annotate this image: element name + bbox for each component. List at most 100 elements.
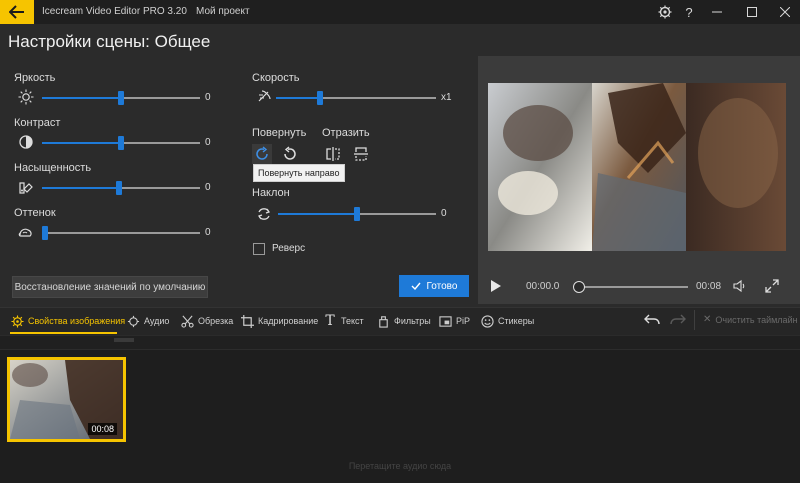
contrast-value: 0 (205, 137, 211, 148)
tab-trim[interactable]: Обрезка (180, 314, 233, 328)
saturation-slider[interactable] (42, 181, 200, 195)
rotate-left-icon[interactable] (280, 144, 300, 164)
tilt-label: Наклон (252, 187, 290, 199)
audio-drop-zone[interactable]: Перетащите аудио сюда (300, 461, 500, 471)
tab-text-label: Текст (341, 316, 364, 326)
fullscreen-icon[interactable] (765, 279, 779, 293)
tab-image-properties-label: Свойства изображения (28, 316, 126, 326)
brightness-slider-thumb[interactable] (118, 91, 124, 105)
toolbar-divider (694, 310, 695, 330)
contrast-slider[interactable] (42, 136, 200, 150)
total-time: 00:08 (696, 281, 722, 292)
close-icon[interactable] (776, 3, 794, 21)
tilt-slider-fill (278, 213, 357, 215)
page-title: Настройки сцены: Общее (8, 32, 211, 51)
tab-audio-label: Аудио (144, 316, 170, 326)
hue-value: 0 (205, 227, 211, 238)
tilt-icon (254, 204, 274, 224)
reverse-checkbox[interactable] (253, 243, 265, 255)
tab-filters[interactable]: Фильтры (376, 314, 431, 328)
speed-value: x1 (441, 92, 452, 103)
reset-defaults-label: Восстановление значений по умолчанию (14, 281, 206, 293)
help-icon[interactable]: ? (680, 3, 698, 21)
tab-filters-label: Фильтры (394, 316, 431, 326)
done-label: Готово (426, 280, 458, 292)
tab-trim-label: Обрезка (198, 316, 234, 326)
brightness-icon (16, 87, 36, 107)
brightness-slider-fill (42, 97, 121, 99)
play-icon[interactable] (490, 279, 502, 293)
tab-text[interactable]: T Текст (323, 313, 364, 329)
tab-pip-label: PiP (456, 316, 471, 326)
saturation-slider-fill (42, 187, 121, 189)
speed-label: Скорость (252, 72, 300, 84)
contrast-slider-fill (42, 142, 121, 144)
speed-slider[interactable] (276, 91, 436, 105)
saturation-slider-thumb[interactable] (116, 181, 122, 195)
rotate-right-icon[interactable] (252, 144, 272, 164)
reset-defaults-button[interactable]: Восстановление значений по умолчанию (12, 276, 208, 298)
app-title: Icecream Video Editor PRO 3.20 (42, 6, 187, 17)
tilt-value: 0 (441, 208, 447, 219)
video-preview[interactable] (488, 83, 786, 251)
contrast-slider-thumb[interactable] (118, 136, 124, 150)
maximize-icon[interactable] (743, 3, 761, 21)
scissors-icon (180, 314, 194, 328)
speed-icon (254, 87, 274, 107)
clip-duration: 00:08 (88, 423, 117, 435)
current-time: 00:00.0 (526, 281, 560, 292)
contrast-label: Контраст (14, 117, 61, 129)
saturation-icon (16, 177, 36, 197)
hue-icon (16, 222, 36, 242)
hue-label: Оттенок (14, 207, 56, 219)
timeline-clip[interactable]: 00:08 (7, 357, 126, 442)
tab-audio[interactable]: Аудио (126, 314, 169, 328)
playback-bar: 00:00.0 00:08 (478, 270, 800, 304)
tab-pip[interactable]: PiP (438, 314, 470, 328)
tilt-slider-thumb[interactable] (354, 207, 360, 221)
volume-icon[interactable] (733, 279, 747, 293)
clear-timeline-button[interactable]: ✕ Очистить таймлайн (703, 314, 798, 325)
flip-horizontal-icon[interactable] (323, 144, 343, 164)
contrast-icon (16, 132, 36, 152)
filters-icon (376, 314, 390, 328)
tilt-slider[interactable] (278, 207, 436, 221)
saturation-value: 0 (205, 182, 211, 193)
project-name: Мой проект (196, 6, 250, 17)
rotate-tooltip: Повернуть направо (253, 164, 345, 182)
rotate-label: Повернуть (252, 127, 307, 139)
speed-slider-fill (276, 97, 320, 99)
done-button[interactable]: Готово (399, 275, 469, 297)
sticker-icon (480, 314, 494, 328)
text-icon: T (325, 313, 335, 329)
crop-icon (240, 314, 254, 328)
flip-vertical-icon[interactable] (351, 144, 371, 164)
speed-slider-thumb[interactable] (317, 91, 323, 105)
checkmark-icon (411, 282, 421, 290)
flip-label: Отразить (322, 127, 370, 139)
pip-icon (438, 314, 452, 328)
tab-crop[interactable]: Кадрирование (240, 314, 318, 328)
seek-bar[interactable] (573, 281, 688, 293)
arrow-left-icon (9, 5, 24, 19)
clear-icon: ✕ (703, 314, 712, 325)
brightness-value: 0 (205, 92, 211, 103)
hue-slider-thumb[interactable] (42, 226, 48, 240)
minimize-icon[interactable] (708, 3, 726, 21)
settings-icon[interactable] (656, 3, 674, 21)
brightness-slider[interactable] (42, 91, 200, 105)
brightness-label: Яркость (14, 72, 56, 84)
tab-crop-label: Кадрирование (258, 316, 319, 326)
saturation-label: Насыщенность (14, 162, 92, 174)
clear-timeline-label: Очистить таймлайн (715, 314, 798, 325)
seek-handle[interactable] (573, 281, 585, 293)
tab-stickers[interactable]: Стикеры (480, 314, 534, 328)
back-button[interactable] (0, 0, 34, 24)
redo-icon[interactable] (670, 313, 686, 327)
reverse-label: Реверс (272, 243, 306, 254)
gear-icon (10, 314, 24, 328)
undo-icon[interactable] (644, 313, 660, 327)
tab-image-properties[interactable]: Свойства изображения (10, 314, 125, 328)
playhead-marker[interactable] (114, 338, 134, 342)
hue-slider[interactable] (42, 226, 200, 240)
